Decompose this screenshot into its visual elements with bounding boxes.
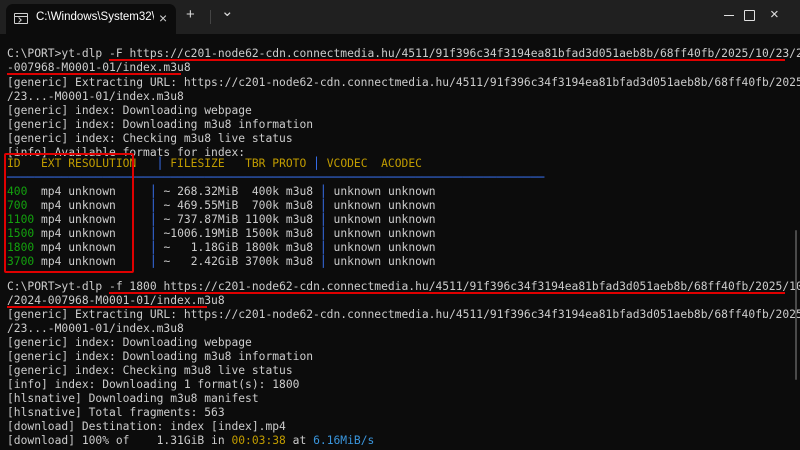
annotation-underline (109, 59, 785, 61)
log-line: [generic] index: Downloading m3u8 inform… (7, 118, 314, 131)
log-line: [generic] Extracting URL: https://c201-n… (7, 308, 800, 321)
log-line: [generic] index: Downloading webpage (7, 336, 252, 349)
log-line: [generic] index: Checking m3u8 live stat… (7, 132, 293, 145)
log-line: [generic] Extracting URL: https://c201-n… (7, 76, 800, 89)
log-line: [generic] index: Checking m3u8 live stat… (7, 364, 293, 377)
title-bar: C:\Windows\System32\cmd.e × + ⌄ × (0, 0, 800, 34)
dropdown-chevron-icon[interactable]: ⌄ (221, 4, 234, 20)
log-line: [hlsnative] Downloading m3u8 manifest (7, 392, 259, 405)
terminal-tab[interactable]: C:\Windows\System32\cmd.e × (6, 4, 176, 34)
terminal-icon (14, 13, 28, 24)
scrollbar[interactable] (795, 230, 797, 380)
terminal-output[interactable]: C:\PORT>yt-dlp -F https://c201-node62-cd… (4, 47, 800, 447)
annotation-underline (7, 73, 181, 75)
close-icon: × (770, 6, 779, 23)
annotation-underline (7, 306, 207, 308)
log-line: /23...-M0001-01/index.m3u8 (7, 90, 184, 103)
log-line: [generic] index: Downloading webpage (7, 104, 252, 117)
tab-title: C:\Windows\System32\cmd.e (36, 11, 154, 23)
titlebar-separator (210, 10, 211, 24)
new-tab-button[interactable]: + (186, 7, 195, 23)
log-line: [hlsnative] Total fragments: 563 (7, 406, 225, 419)
log-line: /23...-M0001-01/index.m3u8 (7, 322, 184, 335)
close-window-button[interactable]: × (754, 0, 800, 30)
annotation-box (4, 153, 134, 273)
log-line: [generic] index: Downloading m3u8 inform… (7, 350, 314, 363)
log-line: [download] Destination: index [index].mp… (7, 420, 286, 433)
log-line: [info] index: Downloading 1 format(s): 1… (7, 378, 300, 391)
annotation-underline (109, 292, 785, 294)
download-progress-line: [download] 100% of 1.31GiB in 00:03:38 a… (7, 434, 375, 447)
tab-close-button[interactable]: × (159, 10, 167, 26)
